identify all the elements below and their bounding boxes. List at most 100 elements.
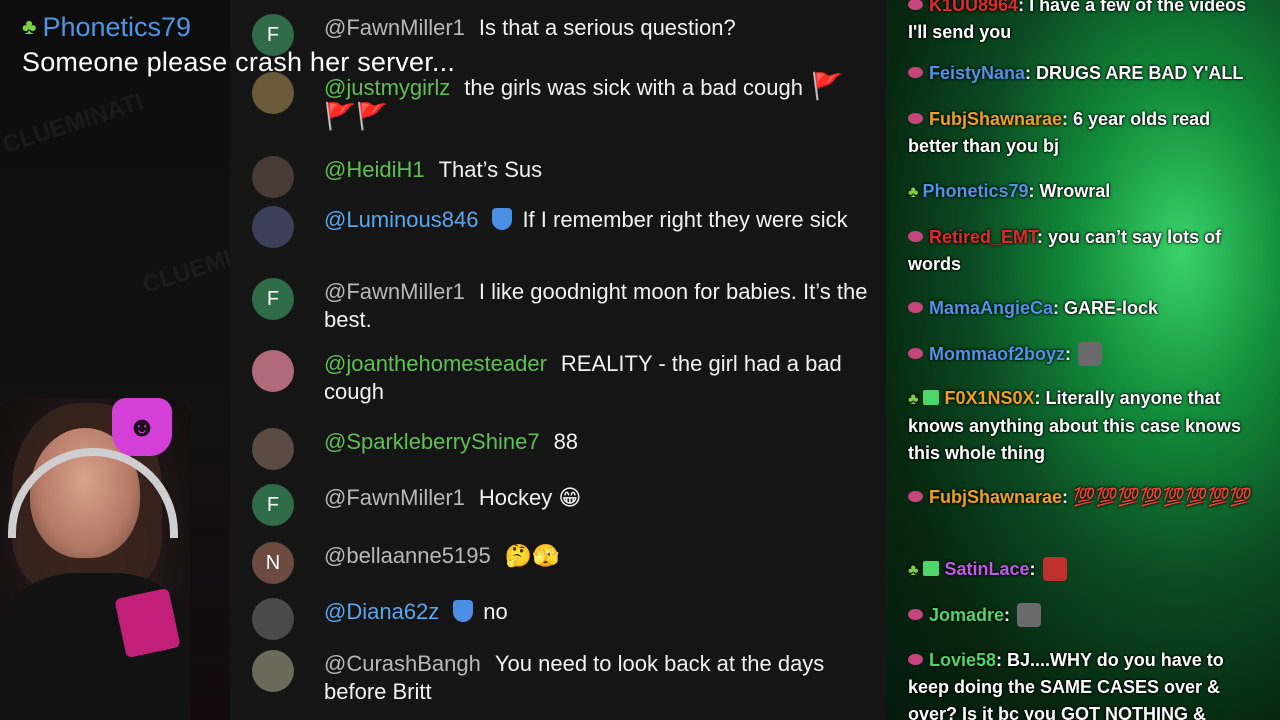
- sprout-icon: ♣: [908, 391, 919, 408]
- user-avatar[interactable]: [252, 156, 294, 198]
- comment-text: Hockey 😁: [478, 485, 582, 510]
- chat-message: Retired_EMT: you can’t say lots of words: [908, 224, 1258, 278]
- chat-username[interactable]: FeistyNana: [929, 63, 1025, 83]
- sub-badge-icon: [908, 113, 923, 124]
- live-chat-panel: K1UU8964: I have a few of the videos I'l…: [886, 0, 1280, 720]
- chat-username[interactable]: K1UU8964: [929, 0, 1018, 15]
- alert-message: Someone please crash her server...: [22, 47, 456, 77]
- comment-text: the girls was sick with a bad cough: [464, 75, 803, 100]
- comment-body: @joanthehomesteader REALITY - the girl ha…: [324, 350, 872, 406]
- chat-separator: :: [1062, 487, 1074, 507]
- chat-username[interactable]: FubjShawnarae: [929, 487, 1062, 507]
- comment-row: @Diana62z no: [252, 598, 872, 640]
- chat-username[interactable]: MamaAngieCa: [929, 298, 1053, 318]
- chat-text: DRUGS ARE BAD Y'ALL: [1036, 63, 1244, 83]
- webcam-panel: ☻: [0, 0, 230, 720]
- chat-message: Lovie58: BJ....WHY do you have to keep d…: [908, 647, 1258, 720]
- chat-separator: :: [1034, 388, 1046, 408]
- user-avatar[interactable]: F: [252, 484, 294, 526]
- comment-row: N @bellaanne5195 🤔🫣: [252, 542, 872, 584]
- comment-body: @FawnMiller1 I like goodnight moon for ba…: [324, 278, 872, 334]
- chat-username[interactable]: F0X1NS0X: [945, 388, 1035, 408]
- comment-username[interactable]: @SparkleberryShine7: [324, 429, 540, 454]
- sub-badge-icon: [908, 0, 923, 10]
- chat-text: GARE-lock: [1064, 298, 1159, 318]
- sub-badge-icon: [908, 609, 923, 620]
- member-shield-icon: [453, 600, 474, 622]
- comment-body: @Luminous846 If I remember right they wer…: [324, 206, 848, 248]
- comment-username[interactable]: @HeidiH1: [324, 157, 425, 182]
- chat-message: FeistyNana: DRUGS ARE BAD Y'ALL: [908, 60, 1258, 87]
- comment-username[interactable]: @bellaanne5195: [324, 543, 491, 568]
- chat-username[interactable]: Jomadre: [929, 605, 1004, 625]
- chat-username[interactable]: SatinLace: [945, 559, 1030, 579]
- chat-separator: :: [996, 650, 1008, 670]
- chat-emote-icon: [1017, 603, 1042, 627]
- comment-username[interactable]: @Luminous846: [324, 207, 478, 232]
- chat-message: Jomadre:: [908, 602, 1258, 629]
- chat-separator: :: [1065, 344, 1077, 364]
- user-avatar[interactable]: [252, 350, 294, 392]
- user-avatar[interactable]: F: [252, 278, 294, 320]
- user-avatar[interactable]: [252, 650, 294, 692]
- member-shield-icon: [492, 208, 513, 230]
- chat-message: ♣ Phonetics79: Wrowral: [908, 178, 1258, 206]
- chat-text: 💯💯💯💯💯💯💯💯: [1073, 487, 1253, 507]
- chat-message: Mommaof2boyz:: [908, 341, 1258, 368]
- comment-text: 🤔🫣: [504, 543, 560, 568]
- comment-username[interactable]: @Diana62z: [324, 599, 439, 624]
- comment-row: F @FawnMiller1 Hockey 😁: [252, 484, 872, 526]
- comments-panel: F @FawnMiller1 Is that a serious question?…: [230, 0, 886, 720]
- comment-username[interactable]: @FawnMiller1: [324, 279, 465, 304]
- comment-row: F @FawnMiller1 I like goodnight moon for b…: [252, 278, 872, 334]
- comment-body: @FawnMiller1 Hockey 😁: [324, 484, 581, 526]
- chat-separator: :: [1028, 181, 1040, 201]
- user-avatar[interactable]: N: [252, 542, 294, 584]
- chat-message: MamaAngieCa: GARE-lock: [908, 295, 1258, 322]
- chat-username[interactable]: Mommaof2boyz: [929, 344, 1065, 364]
- comment-text: That’s Sus: [438, 157, 543, 182]
- sub-badge-icon: [908, 231, 923, 242]
- chat-message: K1UU8964: I have a few of the videos I'l…: [908, 0, 1258, 46]
- sub-badge-icon: [908, 491, 923, 502]
- chat-message: ♣ SatinLace:: [908, 556, 1258, 584]
- chat-username[interactable]: Lovie58: [929, 650, 996, 670]
- chat-separator: :: [1025, 63, 1037, 83]
- comment-text: If I remember right they were sick: [522, 207, 848, 232]
- chat-message: FubjShawnarae: 💯💯💯💯💯💯💯💯: [908, 484, 1258, 511]
- sub-badge-icon: [908, 67, 923, 78]
- chat-message: ♣ F0X1NS0X: Literally anyone that knows a…: [908, 385, 1258, 467]
- comment-username[interactable]: @FawnMiller1: [324, 485, 465, 510]
- ski-mask-icon: ☻: [112, 398, 172, 456]
- chat-separator: :: [1004, 605, 1016, 625]
- user-avatar[interactable]: [252, 206, 294, 248]
- chat-separator: :: [1037, 227, 1049, 247]
- sub-badge-icon: [908, 654, 923, 665]
- chat-emote-icon: [1078, 342, 1103, 366]
- chat-alert-overlay: ♣ Phonetics79 Someone please crash her s…: [22, 10, 492, 86]
- comment-row: @Luminous846 If I remember right they wer…: [252, 206, 872, 248]
- comment-row: @CurashBangh You need to look back at the…: [252, 650, 872, 706]
- comment-username[interactable]: @CurashBangh: [324, 651, 481, 676]
- chat-username[interactable]: FubjShawnarae: [929, 109, 1062, 129]
- sub-badge-icon: [908, 302, 923, 313]
- comment-row: @SparkleberryShine7 88: [252, 428, 872, 470]
- chat-separator: :: [1053, 298, 1065, 318]
- comment-username[interactable]: @joanthehomesteader: [324, 351, 547, 376]
- user-avatar[interactable]: [252, 598, 294, 640]
- chat-separator: :: [1029, 559, 1041, 579]
- user-avatar[interactable]: [252, 428, 294, 470]
- comment-text: 88: [553, 429, 579, 454]
- gift-icon: [922, 390, 939, 405]
- chat-separator: :: [1062, 109, 1074, 129]
- sprout-icon: ♣: [908, 562, 919, 579]
- comment-row: @HeidiH1 That’s Sus: [252, 156, 872, 198]
- sprout-icon: ♣: [22, 14, 37, 39]
- comment-body: @Diana62z no: [324, 598, 508, 640]
- comment-text: no: [483, 599, 508, 624]
- chat-username[interactable]: Phonetics79: [923, 181, 1029, 201]
- comment-body: @bellaanne5195 🤔🫣: [324, 542, 560, 584]
- comment-body: @HeidiH1 That’s Sus: [324, 156, 542, 198]
- chat-username[interactable]: Retired_EMT: [929, 227, 1037, 247]
- alert-username: Phonetics79: [42, 12, 192, 42]
